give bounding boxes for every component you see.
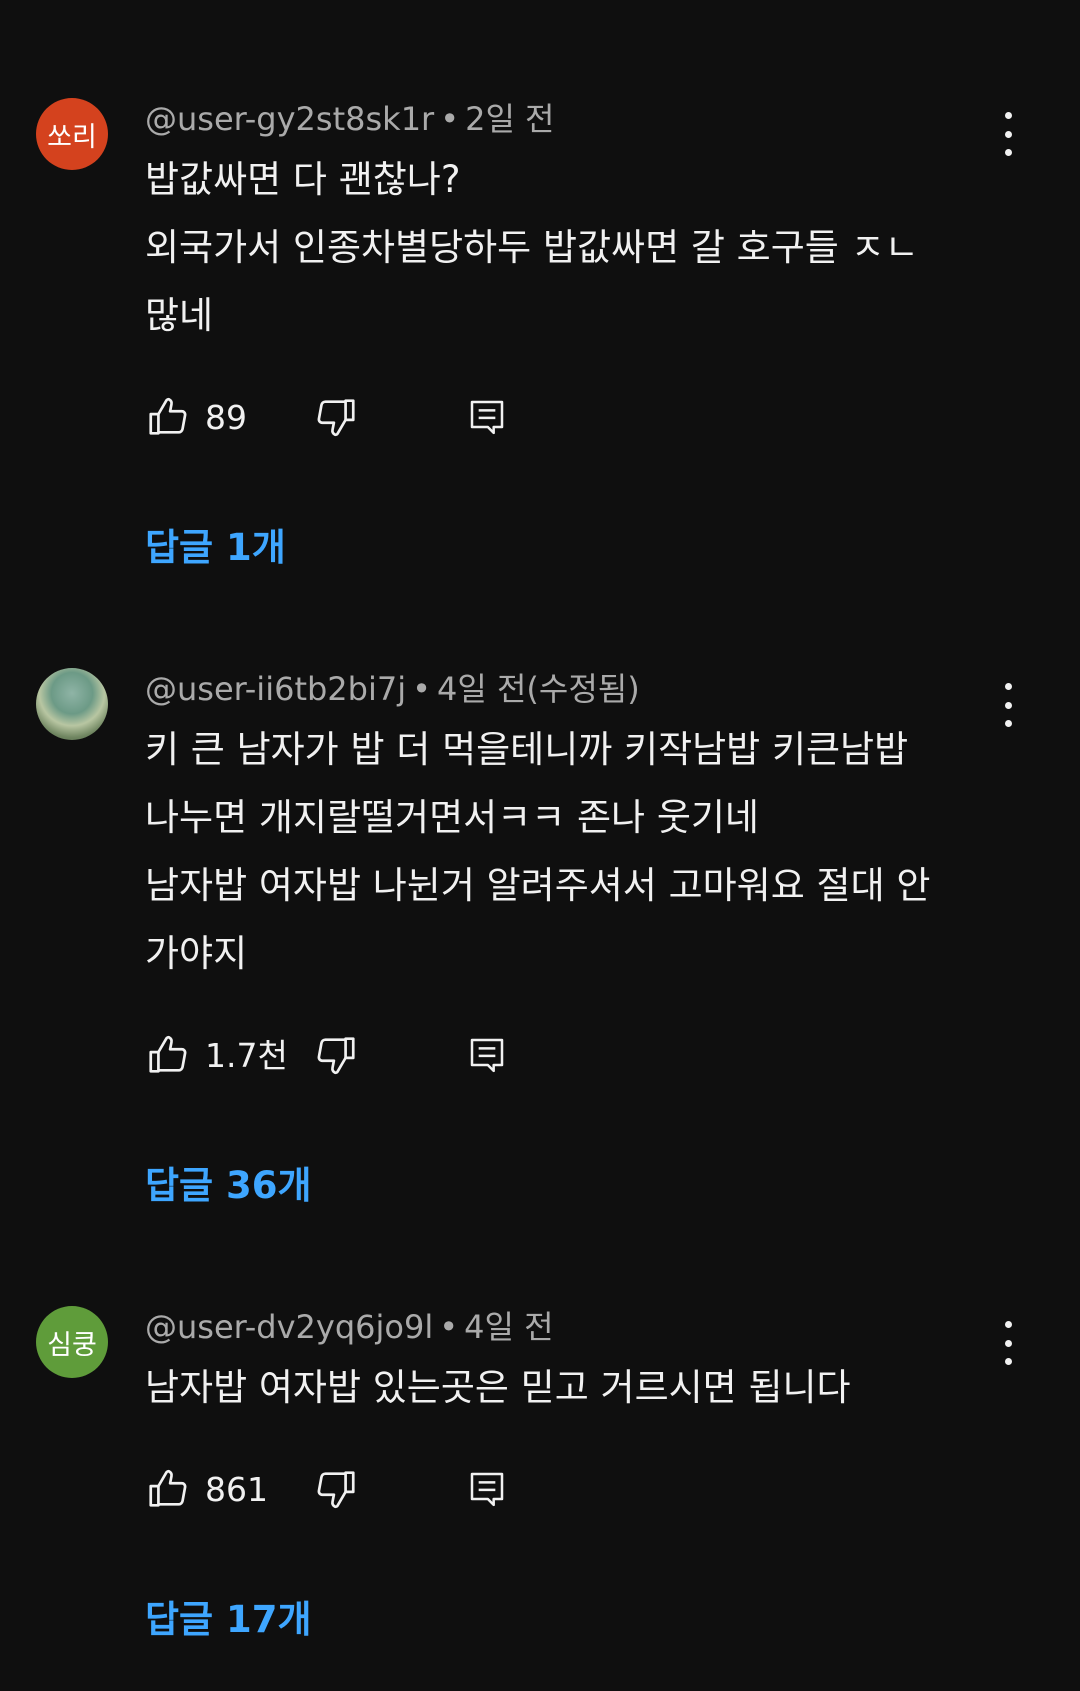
more-vert-icon[interactable] [996,112,1020,156]
thumbs-down-icon[interactable] [313,1466,359,1512]
avatar-text: 쏘리 [47,121,97,153]
avatar-text: 심쿵 [47,1329,97,1361]
thumbs-up-icon[interactable] [145,394,191,440]
comment-time: 4일 전(수정됨) [436,670,640,708]
replies-button[interactable]: 답글 36개 [145,1162,312,1210]
comment-text: 키 큰 남자가 밥 더 먹을테니까 키작남밥 키큰남밥 나누면 개지랄떨거면서ㅋ… [145,728,931,975]
comment-time: 2일 전 [465,100,555,138]
comment-actions: 89 [145,394,545,442]
avatar[interactable]: 심쿵 [36,1306,108,1378]
avatar[interactable] [36,668,108,740]
meta-separator: • [439,1308,459,1346]
comment-actions: 861 [145,1466,545,1514]
thumbs-up-icon[interactable] [145,1466,191,1512]
comment-icon[interactable] [467,1032,507,1078]
replies-button[interactable]: 답글 17개 [145,1596,312,1644]
comment-text: 밥값싸면 다 괜찮나? 외국가서 인종차별당하두 밥값싸면 갈 호구들 ㅈㄴ 많… [145,158,919,337]
comment-icon[interactable] [467,1466,507,1512]
more-vert-icon[interactable] [996,683,1020,727]
comment-actions: 1.7천 [145,1032,545,1080]
comment-icon[interactable] [467,394,507,440]
more-vert-icon[interactable] [996,1321,1020,1365]
comment-author[interactable]: @user-gy2st8sk1r [145,100,434,138]
like-count: 1.7천 [205,1036,288,1075]
meta-separator: • [412,670,431,708]
comment-meta: @user-dv2yq6jo9l • 4일 전 [145,1307,554,1347]
comment-text: 남자밥 여자밥 있는곳은 믿고 거르시면 됩니다 [145,1366,851,1409]
like-count: 861 [205,1470,268,1509]
comment-meta: @user-ii6tb2bi7j • 4일 전(수정됨) [145,669,640,709]
thumbs-down-icon[interactable] [313,1032,359,1078]
like-count: 89 [205,398,247,437]
thumbs-up-icon[interactable] [145,1032,191,1078]
comment-meta: @user-gy2st8sk1r • 2일 전 [145,99,555,139]
comment-author[interactable]: @user-dv2yq6jo9l [145,1308,433,1346]
avatar[interactable]: 쏘리 [36,98,108,170]
comment-time: 4일 전 [464,1308,554,1346]
replies-button[interactable]: 답글 1개 [145,524,286,572]
thumbs-down-icon[interactable] [313,394,359,440]
meta-separator: • [440,100,460,138]
comment-author[interactable]: @user-ii6tb2bi7j [145,670,406,708]
